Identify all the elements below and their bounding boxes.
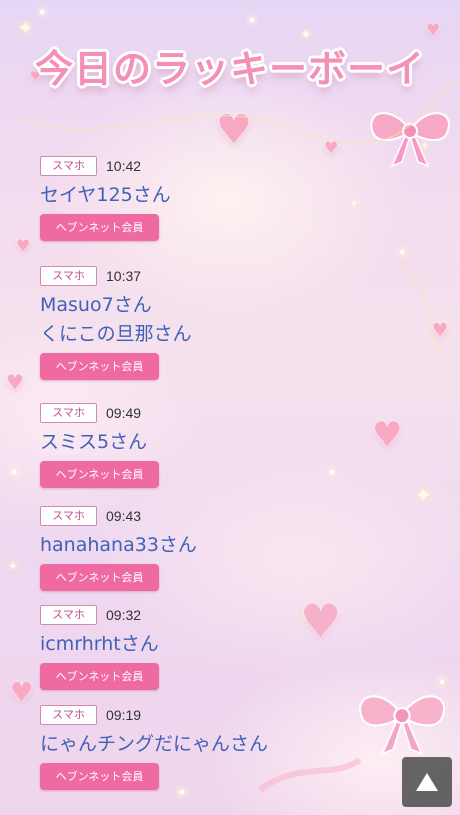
user-name: Masuo7さん	[40, 294, 152, 316]
entry-meta: スマホ 10:42	[40, 155, 171, 177]
member-badge: ヘブンネット会員	[40, 564, 159, 591]
up-triangle-icon	[416, 773, 438, 791]
page-title: 今日のラッキーボーイ	[34, 47, 425, 91]
list-item: スマホ 10:42 セイヤ125さん ヘブンネット会員	[40, 155, 171, 241]
list-item: スマホ 09:19 にゃんチングだにゃんさん ヘブンネット会員	[40, 704, 268, 790]
member-badge: ヘブンネット会員	[40, 763, 159, 790]
entry-meta: スマホ 09:43	[40, 505, 197, 527]
page-header: 今日のラッキーボーイ	[0, 38, 460, 93]
entry-time: 10:37	[106, 268, 142, 284]
list-item: スマホ 10:37 Masuo7さん くにこの旦那さん ヘブンネット会員	[40, 265, 192, 380]
entry-time: 09:19	[106, 707, 142, 723]
device-tag: スマホ	[40, 403, 97, 423]
entry-meta: スマホ 10:37	[40, 265, 192, 287]
member-badge: ヘブンネット会員	[40, 663, 159, 690]
member-badge: ヘブンネット会員	[40, 214, 159, 241]
user-name: にゃんチングだにゃんさん	[40, 733, 269, 755]
entry-meta: スマホ 09:32	[40, 604, 159, 626]
list-item: スマホ 09:49 スミス5さん ヘブンネット会員	[40, 402, 159, 488]
entry-time: 09:43	[106, 508, 142, 524]
member-badge: ヘブンネット会員	[40, 461, 159, 488]
entry-time: 09:32	[106, 607, 142, 623]
member-badge: ヘブンネット会員	[40, 353, 159, 380]
entry-meta: スマホ 09:49	[40, 402, 159, 424]
entry-meta: スマホ 09:19	[40, 704, 268, 726]
device-tag: スマホ	[40, 156, 97, 176]
device-tag: スマホ	[40, 506, 97, 526]
entry-time: 09:49	[106, 405, 142, 421]
list-item: スマホ 09:43 hanahana33さん ヘブンネット会員	[40, 505, 197, 591]
user-name: くにこの旦那さん	[40, 323, 192, 345]
list-item: スマホ 09:32 icmrhrhtさん ヘブンネット会員	[40, 604, 159, 690]
device-tag: スマホ	[40, 705, 97, 725]
device-tag: スマホ	[40, 605, 97, 625]
user-name: icmrhrhtさん	[40, 633, 159, 655]
entry-time: 10:42	[106, 158, 142, 174]
user-name: セイヤ125さん	[40, 184, 171, 206]
back-to-top-button[interactable]	[402, 757, 452, 807]
device-tag: スマホ	[40, 266, 97, 286]
user-name: hanahana33さん	[40, 534, 197, 556]
user-name: スミス5さん	[40, 431, 148, 453]
